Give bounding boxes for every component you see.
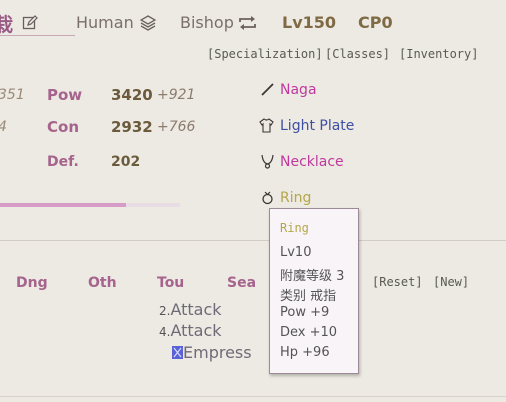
level-display: Lv150 <box>282 13 337 32</box>
column-dng[interactable]: Dng <box>16 275 48 291</box>
stat-bonus-pow: +921 <box>157 87 196 103</box>
wand-icon <box>261 83 274 96</box>
action-item[interactable]: Empress <box>172 343 252 362</box>
column-oth[interactable]: Oth <box>88 275 117 291</box>
action-item[interactable]: 2.Attack <box>159 300 222 319</box>
cp-display: CP0 <box>358 13 393 32</box>
edit-icon[interactable] <box>22 15 38 31</box>
character-name: 栽 <box>0 14 14 36</box>
equip-weapon[interactable]: Naga <box>280 82 317 98</box>
equip-armor[interactable]: Light Plate <box>280 118 354 134</box>
ring-icon <box>262 191 273 205</box>
skill-icon <box>172 346 183 359</box>
specialization-link[interactable]: [Specialization] <box>207 47 323 61</box>
equip-weapon-label: Naga <box>280 82 317 98</box>
reset-button[interactable]: [Reset] <box>372 275 423 289</box>
stat-value-con: 2932 <box>111 118 153 136</box>
inventory-link[interactable]: [Inventory] <box>399 47 478 61</box>
action-text: Empress <box>183 343 252 362</box>
column-sea[interactable]: Sea <box>227 275 256 291</box>
new-button[interactable]: [New] <box>433 275 469 289</box>
shirt-icon <box>259 118 274 133</box>
equip-ring-label: Ring <box>280 190 312 206</box>
stat-prev-value: 351 <box>0 87 25 103</box>
column-tou[interactable]: Tou <box>157 275 184 291</box>
tooltip-title: Ring <box>280 221 309 235</box>
action-number: 2. <box>159 304 171 318</box>
progress-bar-fill <box>0 203 126 207</box>
classes-link[interactable]: [Classes] <box>325 47 390 61</box>
name-underline <box>0 35 75 36</box>
section-divider <box>0 240 506 241</box>
stat-value-def: 202 <box>111 154 141 170</box>
race-label: Human <box>76 13 134 32</box>
action-number: 4. <box>159 325 171 339</box>
swap-icon[interactable] <box>238 15 257 31</box>
tooltip-line: Lv10 <box>280 245 312 260</box>
equip-necklace[interactable]: Necklace <box>280 154 344 170</box>
necklace-icon <box>261 154 274 169</box>
class-label: Bishop <box>180 13 234 32</box>
action-item[interactable]: 4.Attack <box>159 321 222 340</box>
stat-label-def: Def. <box>47 154 79 170</box>
action-text: Attack <box>170 321 222 340</box>
equip-necklace-label: Necklace <box>280 154 344 170</box>
item-tooltip: Ring Lv10 附魔等级 3 类别 戒指 Pow +9 Dex +10 Hp… <box>269 208 359 374</box>
stack-icon[interactable] <box>140 15 156 31</box>
stat-label-con: Con <box>47 118 79 136</box>
action-text: Attack <box>170 300 222 319</box>
equip-armor-label: Light Plate <box>280 118 355 134</box>
stat-label-pow: Pow <box>47 86 83 104</box>
tooltip-line: Pow +9 <box>280 305 330 320</box>
stat-prev-value: 4 <box>0 119 7 135</box>
equip-ring[interactable]: Ring <box>280 190 311 206</box>
stat-bonus-con: +766 <box>157 119 196 135</box>
tooltip-line: 附魔等级 3 <box>280 269 345 284</box>
tooltip-line: Hp +96 <box>280 345 330 360</box>
tooltip-line: Dex +10 <box>280 325 338 340</box>
stat-value-pow: 3420 <box>111 86 153 104</box>
tooltip-line: 类别 戒指 <box>280 289 337 304</box>
bottom-divider <box>0 396 506 397</box>
